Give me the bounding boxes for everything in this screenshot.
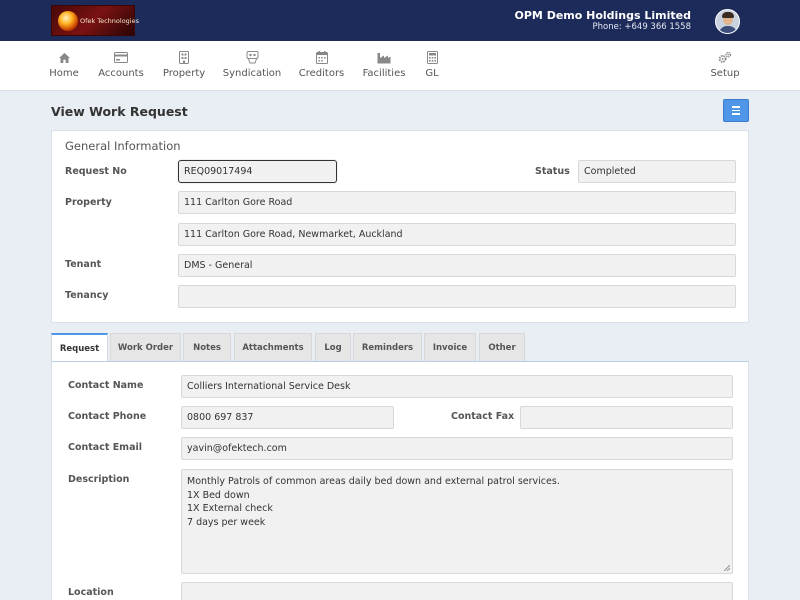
description-textarea[interactable]: Monthly Patrols of common areas daily be…: [181, 469, 733, 574]
tab-notes[interactable]: Notes: [183, 333, 231, 361]
nav-item-accounts[interactable]: Accounts: [98, 41, 144, 91]
general-info-panel: General Information Request No REQ090174…: [51, 130, 749, 323]
location-label: Location: [68, 587, 114, 598]
tab-invoice[interactable]: Invoice: [424, 333, 476, 361]
nav-label-accounts: Accounts: [98, 68, 144, 79]
contact-phone-label: Contact Phone: [68, 411, 147, 422]
company-logo[interactable]: Ofek Technologies: [51, 5, 139, 36]
nav-label-gl: GL: [425, 68, 439, 79]
tab-log[interactable]: Log: [315, 333, 351, 361]
property-address-field[interactable]: 111 Carlton Gore Road, Newmarket, Auckla…: [178, 223, 736, 246]
nav-item-property[interactable]: Property: [162, 41, 206, 91]
calendar-icon: [315, 51, 329, 64]
description-line: 1X External check: [187, 503, 273, 514]
logo-orb-icon: [58, 10, 78, 31]
tab-reminders[interactable]: Reminders: [353, 333, 422, 361]
nav-item-facilities[interactable]: Facilities: [362, 41, 406, 91]
nav-item-syndication[interactable]: Syndication: [222, 41, 282, 91]
tab-attachments[interactable]: Attachments: [234, 333, 312, 361]
tab-other[interactable]: Other: [479, 333, 525, 361]
description-line: 7 days per week: [187, 516, 266, 528]
logo-text: Ofek Technologies: [80, 16, 139, 25]
tab-request[interactable]: Request: [51, 333, 108, 362]
page-title: View Work Request: [51, 104, 188, 119]
property-field[interactable]: 111 Carlton Gore Road: [178, 191, 736, 214]
request-no-field[interactable]: REQ09017494: [178, 160, 337, 183]
nav-label-home: Home: [49, 68, 79, 79]
nav-item-setup[interactable]: Setup: [710, 41, 740, 91]
credit-card-icon: [114, 51, 128, 64]
resize-grip-icon[interactable]: [724, 565, 730, 571]
user-avatar[interactable]: [715, 9, 740, 34]
request-tab-panel: Contact Name Colliers International Serv…: [51, 361, 749, 600]
industry-icon: [377, 51, 391, 64]
tab-work-order[interactable]: Work Order: [110, 333, 181, 361]
nav-label-facilities: Facilities: [362, 68, 406, 79]
contact-phone-field[interactable]: 0800 697 837: [181, 406, 394, 429]
description-line: Monthly Patrols of common areas daily be…: [187, 476, 560, 487]
tenancy-label: Tenancy: [65, 290, 109, 301]
nav-label-property: Property: [162, 68, 206, 79]
contact-email-label: Contact Email: [68, 442, 143, 453]
top-bar: Ofek Technologies OPM Demo Holdings Limi…: [0, 0, 800, 41]
company-phone: Phone: +649 366 1558: [592, 22, 691, 32]
location-field[interactable]: [181, 582, 733, 600]
tenancy-field[interactable]: [178, 285, 736, 308]
nav-item-gl[interactable]: GL: [424, 41, 440, 91]
nav-label-syndication: Syndication: [222, 68, 282, 79]
contact-fax-field[interactable]: [520, 406, 733, 429]
request-no-label: Request No: [65, 166, 127, 177]
gears-icon: [718, 51, 732, 64]
nav-label-setup: Setup: [710, 68, 740, 79]
status-field[interactable]: Completed: [578, 160, 736, 183]
building-icon: [177, 51, 191, 64]
contact-email-field[interactable]: yavin@ofektech.com: [181, 437, 733, 460]
home-icon: [57, 51, 71, 64]
main-nav: Home Accounts Property Syndication Credi…: [0, 41, 800, 91]
tenant-label: Tenant: [65, 259, 102, 270]
company-name: OPM Demo Holdings Limited: [514, 9, 692, 22]
nav-item-creditors[interactable]: Creditors: [298, 41, 345, 91]
company-info: OPM Demo Holdings Limited Phone: +649 36…: [515, 9, 692, 33]
calculator-icon: [425, 51, 439, 64]
status-label: Status: [535, 166, 570, 177]
property-label: Property: [65, 197, 112, 208]
menu-toggle-button[interactable]: [723, 99, 749, 122]
description-line: 1X Bed down: [187, 489, 250, 501]
contact-name-field[interactable]: Colliers International Service Desk: [181, 375, 733, 398]
nav-label-creditors: Creditors: [298, 68, 345, 79]
contact-fax-label: Contact Fax: [451, 411, 515, 422]
nav-item-home[interactable]: Home: [49, 41, 79, 91]
description-label: Description: [68, 474, 130, 485]
hamburger-icon: [732, 106, 740, 108]
syndication-icon: [245, 51, 259, 64]
section-title-general: General Information: [65, 139, 181, 153]
tenant-field[interactable]: DMS - General: [178, 254, 736, 277]
contact-name-label: Contact Name: [68, 380, 144, 391]
